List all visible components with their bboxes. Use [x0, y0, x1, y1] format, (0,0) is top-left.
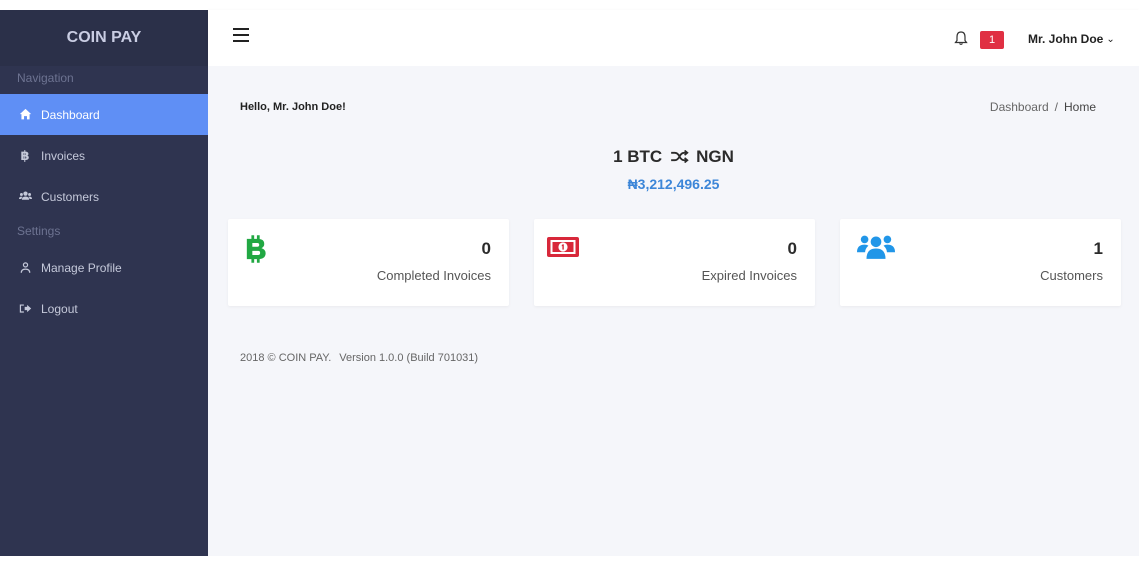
home-icon [18, 108, 32, 122]
bitcoin-icon: ฿ [20, 147, 30, 163]
user-menu[interactable]: Mr. John Doe ⌄ [1028, 32, 1115, 46]
stat-value: 0 [787, 239, 797, 258]
rate-from: 1 BTC [613, 147, 663, 166]
sidebar-item-label: Dashboard [41, 107, 100, 122]
breadcrumb-home: Home [1063, 100, 1096, 114]
topbar: 1 Mr. John Doe ⌄ [208, 10, 1139, 66]
sidebar-item-dashboard[interactable]: Dashboard [0, 94, 208, 135]
notification-badge[interactable]: 1 [980, 31, 1004, 49]
sidebar-section-navigation: Navigation [17, 71, 74, 85]
breadcrumb-dashboard[interactable]: Dashboard [990, 100, 1049, 114]
users-icon [18, 190, 32, 204]
menu-toggle-icon[interactable] [233, 28, 249, 42]
exchange-rate-value: ₦3,212,496.25 [627, 176, 720, 192]
rate-to: NGN [696, 147, 734, 166]
stat-card-expired-invoices[interactable]: 0 Expired Invoices [534, 219, 815, 306]
stat-card-completed-invoices[interactable]: 0 Completed Invoices [228, 219, 509, 306]
sidebar-item-label: Manage Profile [41, 260, 122, 275]
stat-label: Expired Invoices [701, 268, 797, 283]
greeting: Hello, Mr. John Doe! [240, 101, 346, 113]
exchange-rate-title: 1 BTC NGN [208, 147, 1139, 167]
chevron-down-icon: ⌄ [1106, 33, 1115, 45]
app-window: COIN PAY Navigation Dashboard ฿ Invoices… [0, 10, 1139, 556]
breadcrumb: Dashboard / Home [989, 100, 1096, 114]
stat-value: 1 [1093, 239, 1103, 258]
footer: 2018 © COIN PAY. Version 1.0.0 (Build 701… [240, 352, 478, 364]
sidebar-item-logout[interactable]: Logout [0, 288, 208, 329]
money-icon [547, 237, 579, 262]
bell-icon[interactable] [953, 30, 969, 46]
sidebar-section-settings: Settings [17, 224, 61, 238]
shuffle-icon [670, 149, 693, 166]
sidebar-item-customers[interactable]: Customers [0, 176, 208, 217]
sidebar-item-label: Customers [41, 189, 100, 204]
sidebar-item-label: Logout [41, 301, 78, 316]
footer-version: Version 1.0.0 (Build 701031) [339, 352, 479, 364]
brand-logo[interactable]: COIN PAY [0, 10, 208, 66]
sign-out-icon [18, 302, 32, 316]
stat-label: Customers [1040, 268, 1103, 283]
users-icon [857, 233, 895, 267]
footer-copyright: 2018 © COIN PAY. [240, 352, 332, 364]
stat-card-customers[interactable]: 1 Customers [840, 219, 1121, 306]
sidebar: COIN PAY Navigation Dashboard ฿ Invoices… [0, 10, 208, 556]
sidebar-item-label: Invoices [41, 148, 86, 163]
user-name: Mr. John Doe [1028, 32, 1104, 46]
stat-value: 0 [481, 239, 491, 258]
stat-label: Completed Invoices [376, 268, 491, 283]
user-icon [18, 261, 32, 275]
sidebar-item-invoices[interactable]: ฿ Invoices [0, 135, 208, 176]
sidebar-item-manage-profile[interactable]: Manage Profile [0, 247, 208, 288]
bitcoin-icon [245, 235, 267, 268]
main-content: Hello, Mr. John Doe! Dashboard / Home 1 BT… [208, 66, 1139, 556]
